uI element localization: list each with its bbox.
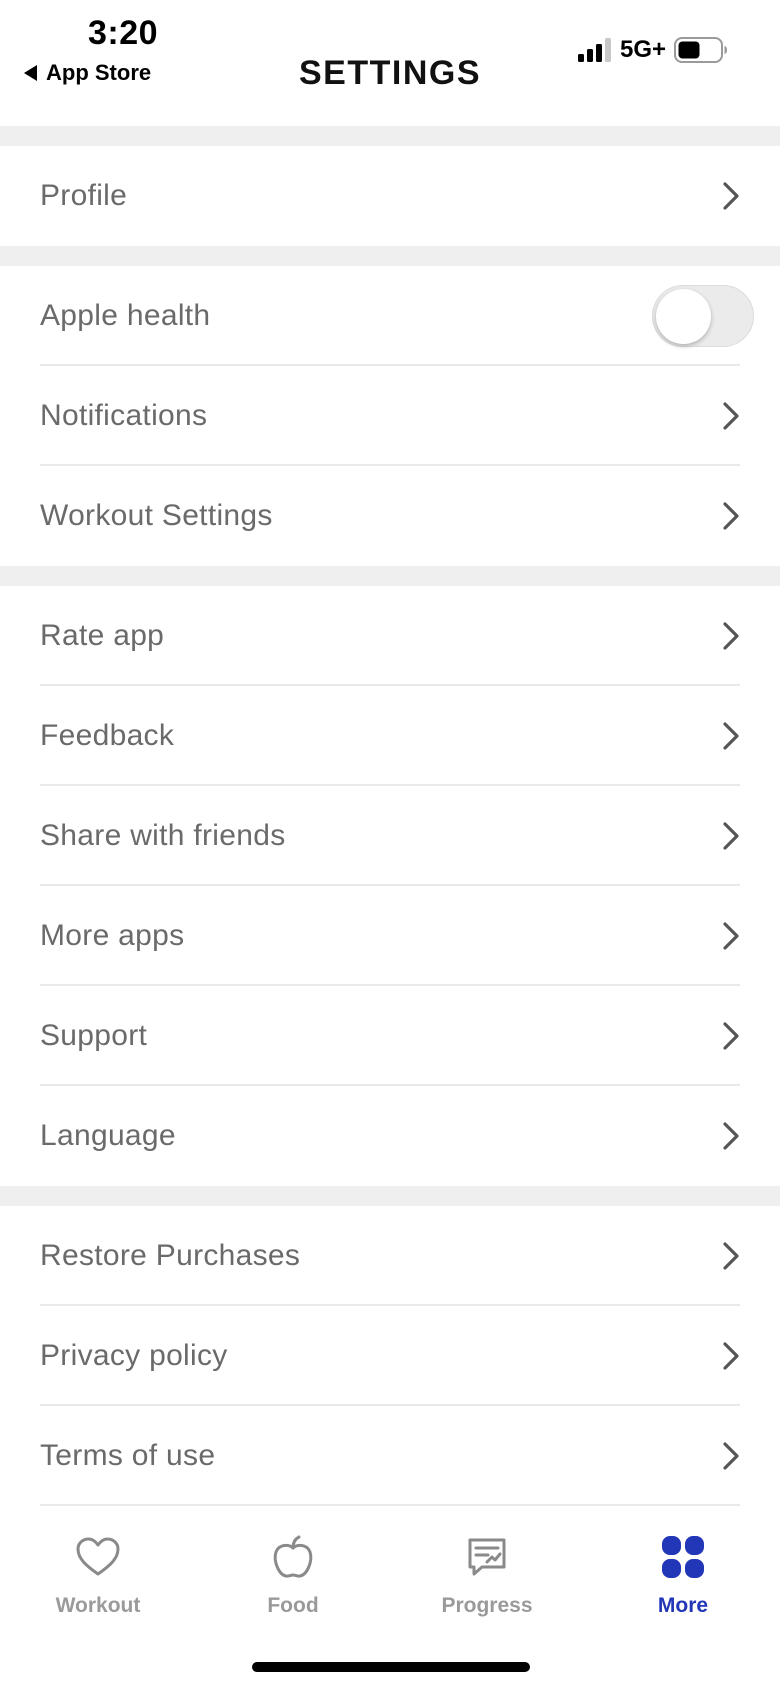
tab-progress[interactable]: Progress bbox=[412, 1534, 562, 1618]
row-label: Apple health bbox=[40, 299, 211, 332]
apple-health-toggle[interactable] bbox=[652, 285, 754, 347]
row-label: Workout Settings bbox=[40, 499, 273, 532]
tab-label: Food bbox=[267, 1594, 319, 1617]
chevron-right-icon bbox=[723, 1442, 739, 1470]
chevron-right-icon bbox=[723, 922, 739, 950]
chevron-right-icon bbox=[723, 1342, 739, 1370]
row-label: Rate app bbox=[40, 619, 165, 652]
settings-row-share-with-friends[interactable]: Share with friends bbox=[0, 786, 780, 886]
row-label: Profile bbox=[40, 179, 128, 212]
toggle-knob bbox=[656, 289, 711, 344]
chevron-right-icon bbox=[723, 402, 739, 430]
chevron-right-icon bbox=[723, 622, 739, 650]
settings-row-privacy-policy[interactable]: Privacy policy bbox=[0, 1306, 780, 1406]
status-time: 3:20 bbox=[88, 14, 159, 52]
row-label: Restore Purchases bbox=[40, 1239, 301, 1272]
page-title: SETTINGS bbox=[298, 54, 482, 92]
settings-row-more-apps[interactable]: More apps bbox=[0, 886, 780, 986]
section-separator bbox=[0, 1186, 780, 1206]
settings-row-workout-settings[interactable]: Workout Settings bbox=[0, 466, 780, 566]
row-label: Terms of use bbox=[40, 1439, 216, 1472]
row-label: More apps bbox=[40, 919, 185, 952]
row-label: Feedback bbox=[40, 719, 175, 752]
chevron-right-icon bbox=[723, 1242, 739, 1270]
chevron-right-icon bbox=[723, 722, 739, 750]
settings-screen: 3:20 App Store 5G+ SETTINGS Profile Appl… bbox=[0, 0, 780, 1688]
section-separator bbox=[0, 126, 780, 146]
row-label: Notifications bbox=[40, 399, 208, 432]
settings-row-rate-app[interactable]: Rate app bbox=[0, 586, 780, 686]
tab-label: More bbox=[657, 1594, 709, 1617]
tab-more[interactable]: More bbox=[608, 1534, 758, 1618]
row-label: Language bbox=[40, 1119, 176, 1152]
chevron-right-icon bbox=[723, 1122, 739, 1150]
chevron-right-icon bbox=[723, 182, 739, 210]
section-separator bbox=[0, 566, 780, 586]
settings-row-notifications[interactable]: Notifications bbox=[0, 366, 780, 466]
settings-row-language[interactable]: Language bbox=[0, 1086, 780, 1186]
settings-row-support[interactable]: Support bbox=[0, 986, 780, 1086]
tab-label: Progress bbox=[441, 1594, 533, 1617]
apple-icon bbox=[273, 1535, 313, 1578]
section-separator bbox=[0, 246, 780, 266]
settings-row-restore-purchases[interactable]: Restore Purchases bbox=[0, 1206, 780, 1306]
heart-icon bbox=[76, 1537, 120, 1576]
settings-row-profile[interactable]: Profile bbox=[0, 146, 780, 246]
chevron-right-icon bbox=[723, 1022, 739, 1050]
chevron-right-icon bbox=[723, 502, 739, 530]
row-label: Share with friends bbox=[40, 819, 286, 852]
tab-label: Workout bbox=[55, 1594, 141, 1617]
settings-row-apple-health: Apple health bbox=[0, 266, 780, 366]
row-label: Privacy policy bbox=[40, 1339, 228, 1372]
settings-list: Profile Apple health Notifications Worko… bbox=[0, 126, 780, 1506]
grid-icon bbox=[662, 1536, 704, 1578]
tab-workout[interactable]: Workout bbox=[23, 1534, 173, 1618]
settings-row-terms-of-use[interactable]: Terms of use bbox=[0, 1406, 780, 1506]
settings-row-feedback[interactable]: Feedback bbox=[0, 686, 780, 786]
home-indicator bbox=[252, 1662, 530, 1672]
tab-food[interactable]: Food bbox=[218, 1534, 368, 1618]
progress-chart-icon bbox=[468, 1538, 506, 1576]
chevron-right-icon bbox=[723, 822, 739, 850]
tab-bar: Workout Food Progress More bbox=[0, 1506, 780, 1688]
row-label: Support bbox=[40, 1019, 148, 1052]
